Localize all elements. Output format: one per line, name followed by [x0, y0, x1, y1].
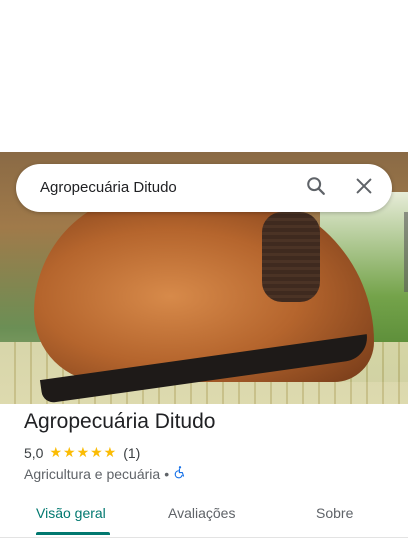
close-button[interactable]: [350, 174, 378, 202]
search-bar[interactable]: Agropecuária Ditudo: [16, 164, 392, 212]
search-button[interactable]: [302, 174, 330, 202]
photo-boot-elastic: [262, 212, 320, 302]
review-count[interactable]: (1): [123, 445, 140, 461]
rating-stars: ★★★★★: [49, 444, 118, 460]
rating-value: 5,0: [24, 444, 44, 461]
rating-row[interactable]: 5,0 ★★★★★ (1): [24, 444, 140, 461]
tab-overview[interactable]: Visão geral: [36, 505, 106, 521]
place-title: Agropecuária Ditudo: [24, 410, 216, 433]
category-row: Agricultura e pecuária •: [24, 465, 187, 482]
tabs-divider: [0, 537, 408, 538]
tab-reviews[interactable]: Avaliações: [168, 505, 235, 521]
wheelchair-icon: [173, 465, 187, 482]
photo-scrollbar[interactable]: [404, 212, 408, 292]
category-separator: •: [164, 465, 170, 482]
search-input[interactable]: Agropecuária Ditudo: [40, 179, 177, 196]
active-tab-indicator: [36, 532, 110, 535]
place-category[interactable]: Agricultura e pecuária: [24, 466, 160, 482]
place-tabs: Visão geral Avaliações Sobre: [0, 493, 408, 537]
search-icon: [305, 175, 327, 202]
close-icon: [353, 175, 375, 202]
tab-about[interactable]: Sobre: [316, 505, 353, 521]
